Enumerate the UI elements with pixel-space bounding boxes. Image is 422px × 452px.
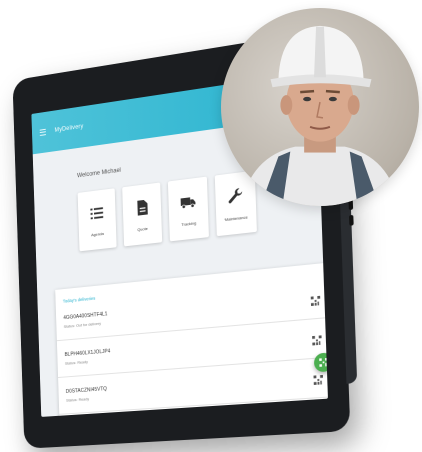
app-title: MyDelivery bbox=[54, 123, 84, 134]
power-button bbox=[349, 214, 354, 226]
tile-quote[interactable]: Quote bbox=[122, 182, 163, 247]
worker-portrait bbox=[240, 25, 400, 206]
tile-maintenance[interactable]: Maintenance bbox=[214, 170, 257, 237]
wrench-icon bbox=[228, 187, 243, 203]
tile-tracking[interactable]: Tracking bbox=[167, 176, 209, 242]
menu-icon[interactable]: ☰ bbox=[39, 127, 47, 138]
deliveries-card: Today's deliveries 4GG0A400SHTF4L1 Statu… bbox=[55, 262, 328, 417]
tile-label: Maintenance bbox=[224, 213, 248, 222]
document-icon bbox=[137, 199, 148, 216]
barcode-icon bbox=[319, 357, 328, 367]
list-icon bbox=[90, 206, 104, 219]
tile-agenda[interactable]: Agenda bbox=[77, 188, 117, 252]
barcode-icon[interactable] bbox=[313, 374, 324, 385]
scan-fab-button[interactable] bbox=[313, 352, 328, 373]
tile-label: Tracking bbox=[181, 219, 197, 227]
worker-avatar bbox=[221, 8, 419, 206]
tile-label: Quote bbox=[137, 225, 148, 232]
barcode-icon[interactable] bbox=[310, 295, 321, 307]
tile-label: Agenda bbox=[90, 230, 104, 237]
barcode-icon[interactable] bbox=[312, 335, 322, 346]
truck-icon bbox=[180, 195, 196, 212]
